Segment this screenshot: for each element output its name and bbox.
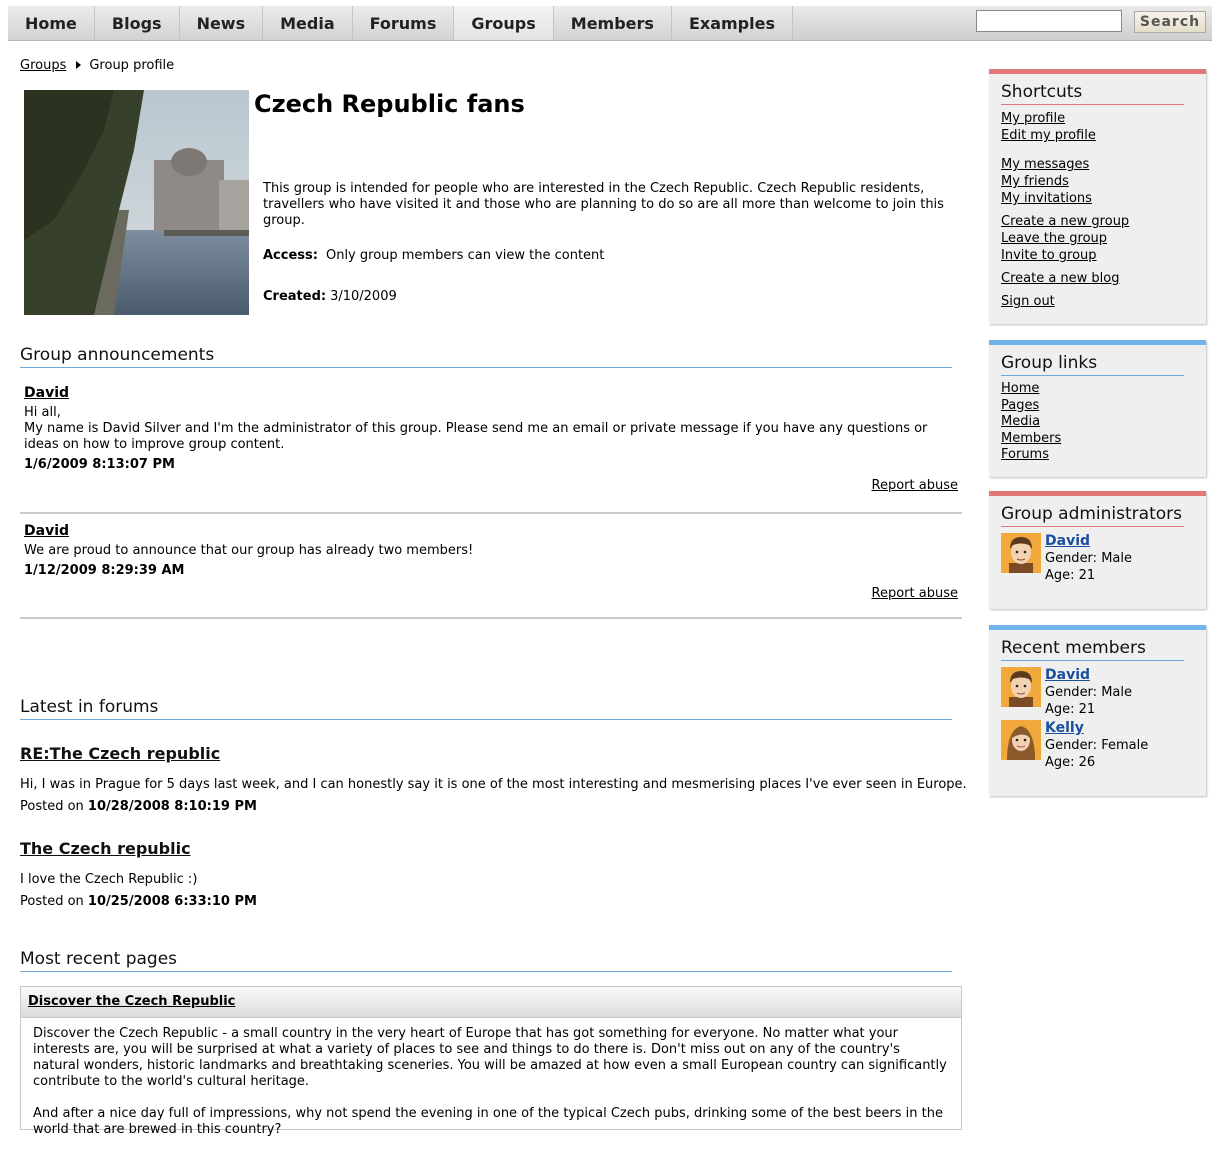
shortcuts-panel: Shortcuts My profile Edit my profile My … bbox=[989, 69, 1206, 324]
group-description: This group is intended for people who ar… bbox=[263, 181, 944, 228]
nav-media[interactable]: Media bbox=[263, 6, 353, 40]
nav-examples[interactable]: Examples bbox=[671, 6, 793, 40]
announcement-author[interactable]: David bbox=[24, 385, 962, 401]
announcement-text-line: Hi all, bbox=[24, 405, 61, 420]
forum-post-text: Hi, I was in Prague for 5 days last week… bbox=[20, 777, 967, 792]
group-link-media[interactable]: Media bbox=[1001, 414, 1194, 431]
top-navigation-bar: Home Blogs News Media Forums Groups Memb… bbox=[8, 6, 1212, 41]
created-label: Created: bbox=[263, 289, 327, 304]
recent-members-panel: Recent members David Gender: Male Age: 2… bbox=[989, 625, 1206, 796]
posted-label: Posted on bbox=[20, 894, 84, 909]
forum-post-title[interactable]: RE:The Czech republic bbox=[20, 744, 220, 763]
group-photo bbox=[24, 90, 249, 315]
page-paragraph: Discover the Czech Republic - a small co… bbox=[33, 1026, 947, 1089]
pages-heading: Most recent pages bbox=[20, 949, 952, 972]
shortcut-my-profile[interactable]: My profile bbox=[1001, 110, 1194, 127]
access-label: Access: bbox=[263, 248, 318, 263]
nav-home[interactable]: Home bbox=[8, 6, 95, 40]
member-info: David Gender: Male Age: 21 bbox=[1045, 667, 1132, 718]
forum-post-date: 10/25/2008 6:33:10 PM bbox=[87, 894, 257, 909]
group-links-panel: Group links Home Pages Media Members For… bbox=[989, 340, 1206, 477]
shortcut-edit-profile[interactable]: Edit my profile bbox=[1001, 127, 1194, 144]
shortcut-create-group[interactable]: Create a new group bbox=[1001, 213, 1194, 230]
member-gender: Gender: Male bbox=[1045, 551, 1132, 566]
group-link-home[interactable]: Home bbox=[1001, 381, 1194, 398]
shortcut-sign-out[interactable]: Sign out bbox=[1001, 293, 1194, 310]
member-name-link[interactable]: David bbox=[1045, 667, 1090, 683]
forum-post-title[interactable]: The Czech republic bbox=[20, 839, 191, 858]
created-value: 3/10/2009 bbox=[330, 289, 397, 304]
forum-post-meta: Posted on 10/25/2008 6:33:10 PM bbox=[20, 894, 257, 909]
breadcrumb-arrow-icon bbox=[76, 61, 82, 69]
group-access: Access: Only group members can view the c… bbox=[263, 248, 604, 263]
announcement-author[interactable]: David bbox=[24, 523, 962, 539]
report-abuse-link[interactable]: Report abuse bbox=[20, 478, 958, 493]
announcements-heading: Group announcements bbox=[20, 345, 952, 368]
page-title-link[interactable]: Discover the Czech Republic bbox=[28, 994, 235, 1009]
announcement-text-line: My name is David Silver and I'm the admi… bbox=[24, 421, 928, 452]
shortcut-create-blog[interactable]: Create a new blog bbox=[1001, 270, 1194, 287]
page-preview-body: Discover the Czech Republic - a small co… bbox=[21, 1018, 961, 1162]
breadcrumb-current: Group profile bbox=[89, 58, 175, 73]
announcement-date: 1/12/2009 8:29:39 AM bbox=[24, 563, 185, 578]
announcement-text: We are proud to announce that our group … bbox=[24, 543, 474, 558]
page-preview-header: Discover the Czech Republic bbox=[21, 987, 961, 1018]
member-gender: Gender: Male bbox=[1045, 685, 1132, 700]
forum-post-date: 10/28/2008 8:10:19 PM bbox=[87, 799, 257, 814]
group-admins-panel: Group administrators David Gender: Male … bbox=[989, 491, 1206, 609]
forums-heading: Latest in forums bbox=[20, 697, 952, 720]
search-button[interactable]: Search bbox=[1134, 11, 1206, 33]
shortcut-invite-to-group[interactable]: Invite to group bbox=[1001, 247, 1194, 264]
nav-groups[interactable]: Groups bbox=[454, 6, 554, 40]
shortcut-my-messages[interactable]: My messages bbox=[1001, 156, 1194, 173]
group-admins-title: Group administrators bbox=[1001, 504, 1184, 527]
member-card: David Gender: Male Age: 21 bbox=[1001, 667, 1194, 718]
forum-post-text: I love the Czech Republic :) bbox=[20, 872, 198, 887]
nav-members[interactable]: Members bbox=[553, 6, 672, 40]
group-link-members[interactable]: Members bbox=[1001, 431, 1194, 448]
shortcuts-title: Shortcuts bbox=[1001, 82, 1184, 105]
member-info: Kelly Gender: Female Age: 26 bbox=[1045, 720, 1148, 771]
forum-post-meta: Posted on 10/28/2008 8:10:19 PM bbox=[20, 799, 257, 814]
nav-blogs[interactable]: Blogs bbox=[94, 6, 180, 40]
shortcut-my-invitations[interactable]: My invitations bbox=[1001, 190, 1194, 207]
member-info: David Gender: Male Age: 21 bbox=[1045, 533, 1132, 584]
male-avatar-icon[interactable] bbox=[1001, 667, 1041, 707]
member-name-link[interactable]: David bbox=[1045, 533, 1090, 549]
announcement-text: Hi all, My name is David Silver and I'm … bbox=[24, 405, 962, 453]
breadcrumb-groups-link[interactable]: Groups bbox=[20, 58, 66, 73]
breadcrumb: Groups Group profile bbox=[20, 58, 174, 73]
shortcut-leave-group[interactable]: Leave the group bbox=[1001, 230, 1194, 247]
report-abuse-link-text[interactable]: Report abuse bbox=[872, 478, 958, 493]
nav-news[interactable]: News bbox=[179, 6, 264, 40]
male-avatar-icon[interactable] bbox=[1001, 533, 1041, 573]
report-abuse-link[interactable]: Report abuse bbox=[20, 586, 958, 601]
group-links-title: Group links bbox=[1001, 353, 1184, 376]
female-avatar-icon[interactable] bbox=[1001, 720, 1041, 760]
announcement-date: 1/6/2009 8:13:07 PM bbox=[24, 457, 175, 472]
main-menu: Home Blogs News Media Forums Groups Memb… bbox=[8, 6, 793, 40]
shortcut-my-friends[interactable]: My friends bbox=[1001, 173, 1194, 190]
member-card: David Gender: Male Age: 21 bbox=[1001, 533, 1194, 584]
nav-forums[interactable]: Forums bbox=[352, 6, 455, 40]
search-input[interactable] bbox=[976, 10, 1122, 32]
announcement-item: David Hi all, My name is David Silver an… bbox=[20, 385, 962, 514]
group-title: Czech Republic fans bbox=[254, 90, 525, 118]
recent-members-title: Recent members bbox=[1001, 638, 1184, 661]
posted-label: Posted on bbox=[20, 799, 84, 814]
member-age: Age: 21 bbox=[1045, 702, 1096, 717]
page-preview: Discover the Czech Republic Discover the… bbox=[20, 986, 962, 1137]
member-name-link[interactable]: Kelly bbox=[1045, 720, 1084, 736]
group-created: Created: 3/10/2009 bbox=[263, 289, 397, 304]
member-age: Age: 26 bbox=[1045, 755, 1096, 770]
page-paragraph: And after a nice day full of impressions… bbox=[33, 1106, 943, 1137]
member-card: Kelly Gender: Female Age: 26 bbox=[1001, 720, 1194, 771]
access-value: Only group members can view the content bbox=[325, 248, 605, 263]
group-link-pages[interactable]: Pages bbox=[1001, 398, 1194, 415]
report-abuse-link-text[interactable]: Report abuse bbox=[872, 586, 958, 601]
announcement-item: David We are proud to announce that our … bbox=[20, 523, 962, 619]
member-age: Age: 21 bbox=[1045, 568, 1096, 583]
group-link-forums[interactable]: Forums bbox=[1001, 447, 1194, 464]
member-gender: Gender: Female bbox=[1045, 738, 1149, 753]
